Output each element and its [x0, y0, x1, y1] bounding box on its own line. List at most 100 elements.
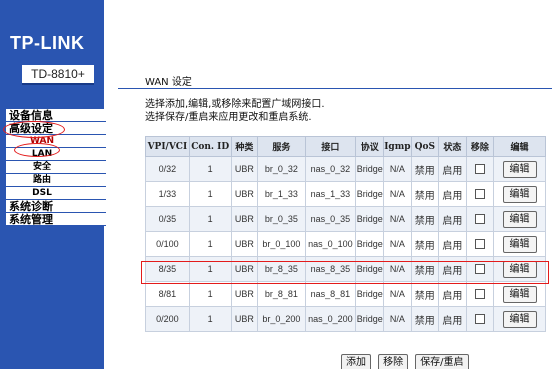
edit-button[interactable]: 编辑	[502, 260, 537, 278]
edit-button[interactable]: 编辑	[502, 160, 537, 178]
edit-button[interactable]: 编辑	[502, 210, 537, 228]
edit-button[interactable]: 编辑	[502, 285, 537, 303]
sidebar-item-advanced-settings[interactable]: 高级设定	[6, 122, 106, 135]
edit-button[interactable]: 编辑	[502, 185, 537, 203]
remove-checkbox[interactable]	[474, 214, 485, 225]
cell-type: UBR	[230, 256, 259, 282]
cell-status: 启用	[438, 206, 467, 232]
cell-conid: 1	[188, 231, 232, 257]
cell-status: 启用	[438, 281, 467, 307]
cell-protocol: Bridge	[355, 206, 385, 232]
cell-igmp: N/A	[383, 156, 412, 182]
header-interface: 接口	[304, 136, 357, 157]
cell-remove	[465, 281, 495, 307]
remove-checkbox[interactable]	[474, 189, 485, 200]
cell-service: br_0_35	[257, 206, 306, 232]
remove-checkbox[interactable]	[474, 164, 485, 175]
header-qos: QoS	[410, 136, 440, 157]
cell-edit: 编辑	[493, 206, 546, 232]
cell-vpivci: 0/100	[145, 231, 190, 257]
action-buttons: 添加 移除 保存/重启	[341, 350, 471, 369]
cell-igmp: N/A	[383, 256, 412, 282]
model-name: TD-8810+	[22, 65, 94, 85]
cell-conid: 1	[188, 156, 232, 182]
cell-vpivci: 0/200	[145, 306, 190, 332]
cell-interface: nas_0_200	[304, 306, 357, 332]
cell-qos: 禁用	[410, 181, 440, 207]
cell-vpivci: 1/33	[145, 181, 190, 207]
remove-checkbox[interactable]	[474, 239, 485, 250]
save-reboot-button[interactable]: 保存/重启	[415, 354, 469, 369]
remove-checkbox[interactable]	[474, 314, 485, 325]
description-line-2: 选择保存/重启来应用更改和重启系统.	[145, 112, 312, 123]
cell-conid: 1	[188, 306, 232, 332]
cell-remove	[465, 256, 495, 282]
cell-service: br_8_81	[257, 281, 306, 307]
cell-type: UBR	[230, 231, 259, 257]
sidebar-menu: 设备信息 高级设定 WAN LAN 安全 路由 DSL 系统诊断 系统管理	[6, 109, 106, 226]
cell-protocol: Bridge	[355, 306, 385, 332]
cell-remove	[465, 156, 495, 182]
header-type: 种类	[230, 136, 259, 157]
tp-link-logo: TP-LINK	[10, 33, 85, 53]
cell-service: br_8_35	[257, 256, 306, 282]
remove-checkbox[interactable]	[474, 289, 485, 300]
edit-button[interactable]: 编辑	[502, 310, 537, 328]
cell-protocol: Bridge	[355, 231, 385, 257]
sidebar-item-device-info[interactable]: 设备信息	[6, 109, 106, 122]
sidebar-item-diagnostics[interactable]: 系统诊断	[6, 200, 106, 213]
cell-qos: 禁用	[410, 206, 440, 232]
cell-igmp: N/A	[383, 281, 412, 307]
header-service: 服务	[257, 136, 306, 157]
table-header-row: VPI/VCI Con. ID 种类 服务 接口 协议 Igmp QoS 状态 …	[145, 136, 546, 157]
cell-conid: 1	[188, 206, 232, 232]
cell-remove	[465, 181, 495, 207]
table-row: 0/200 1 UBR br_0_200 nas_0_200 Bridge N/…	[145, 306, 546, 332]
cell-status: 启用	[438, 156, 467, 182]
add-button[interactable]: 添加	[341, 354, 371, 369]
cell-protocol: Bridge	[355, 281, 385, 307]
page-description: 选择添加,编辑,或移除来配置广域网接口. 选择保存/重启来应用更改和重启系统.	[145, 98, 325, 124]
edit-button[interactable]: 编辑	[502, 235, 537, 253]
header-igmp: Igmp	[383, 136, 412, 157]
cell-vpivci: 8/81	[145, 281, 190, 307]
cell-protocol: Bridge	[355, 181, 385, 207]
sidebar-item-security[interactable]: 安全	[6, 161, 106, 174]
cell-interface: nas_8_81	[304, 281, 357, 307]
sidebar-item-wan[interactable]: WAN	[6, 135, 106, 148]
table-row: 0/100 1 UBR br_0_100 nas_0_100 Bridge N/…	[145, 231, 546, 257]
cell-qos: 禁用	[410, 281, 440, 307]
cell-remove	[465, 206, 495, 232]
cell-conid: 1	[188, 181, 232, 207]
cell-protocol: Bridge	[355, 156, 385, 182]
sidebar-item-management[interactable]: 系统管理	[6, 213, 106, 226]
cell-qos: 禁用	[410, 231, 440, 257]
sidebar-item-lan[interactable]: LAN	[6, 148, 106, 161]
table-row: 1/33 1 UBR br_1_33 nas_1_33 Bridge N/A 禁…	[145, 181, 546, 207]
cell-interface: nas_0_32	[304, 156, 357, 182]
cell-igmp: N/A	[383, 306, 412, 332]
sidebar-item-routing[interactable]: 路由	[6, 174, 106, 187]
cell-type: UBR	[230, 306, 259, 332]
cell-interface: nas_1_33	[304, 181, 357, 207]
cell-status: 启用	[438, 231, 467, 257]
table-row: 8/35 1 UBR br_8_35 nas_8_35 Bridge N/A 禁…	[145, 256, 546, 282]
header-protocol: 协议	[355, 136, 385, 157]
header-conid: Con. ID	[188, 136, 232, 157]
description-line-1: 选择添加,编辑,或移除来配置广域网接口.	[145, 99, 325, 110]
cell-type: UBR	[230, 281, 259, 307]
cell-protocol: Bridge	[355, 256, 385, 282]
header-remove: 移除	[465, 136, 495, 157]
cell-remove	[465, 231, 495, 257]
cell-conid: 1	[188, 281, 232, 307]
sidebar-item-dsl[interactable]: DSL	[6, 187, 106, 200]
cell-qos: 禁用	[410, 156, 440, 182]
remove-checkbox[interactable]	[474, 264, 485, 275]
remove-button[interactable]: 移除	[378, 354, 409, 369]
cell-edit: 编辑	[493, 231, 546, 257]
cell-edit: 编辑	[493, 181, 546, 207]
header-status: 状态	[438, 136, 467, 157]
title-divider	[118, 88, 552, 89]
cell-vpivci: 8/35	[145, 256, 190, 282]
table-row: 0/32 1 UBR br_0_32 nas_0_32 Bridge N/A 禁…	[145, 156, 546, 182]
